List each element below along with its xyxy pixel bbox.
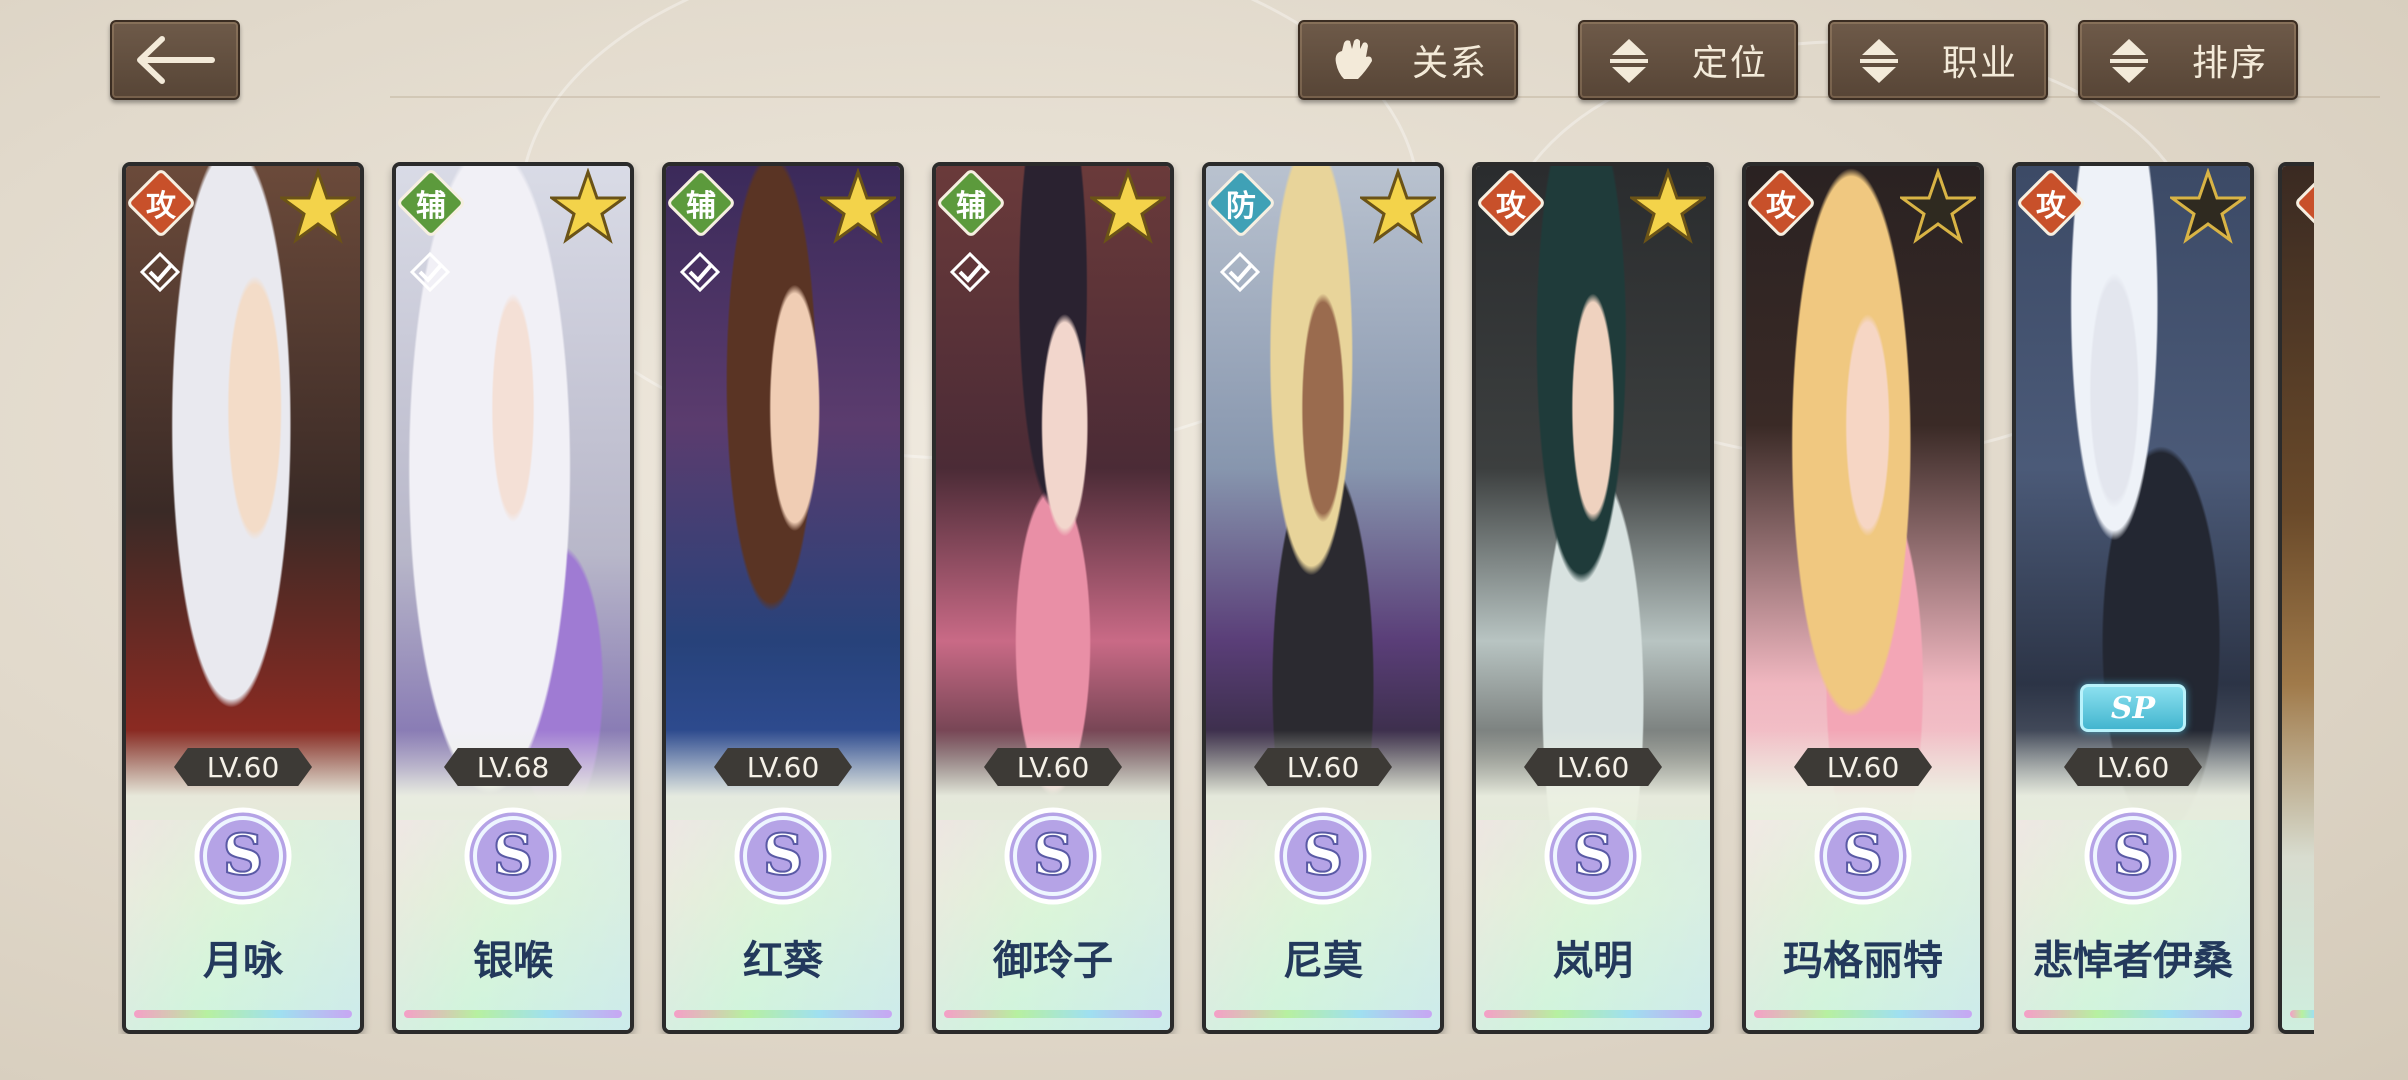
- star-icon: [1090, 168, 1166, 244]
- filter-label: 定位: [1691, 43, 1768, 84]
- checkmark-icon: [1219, 251, 1261, 293]
- rarity-bar: [1484, 1010, 1702, 1018]
- rarity-bar: [404, 1010, 622, 1018]
- character-card-ethan[interactable]: 攻 SP LV.60 S 悲悼者伊桑: [2012, 162, 2254, 1034]
- level-label: LV.60: [174, 748, 312, 786]
- checkmark-icon: [949, 251, 991, 293]
- svg-text:S: S: [493, 822, 533, 888]
- rarity-bar: [1754, 1010, 1972, 1018]
- character-card-yulingzi[interactable]: 辅 LV.60 S 御玲子: [932, 162, 1174, 1034]
- character-card-nimo[interactable]: 防 LV.60 S 尼莫: [1202, 162, 1444, 1034]
- star-icon: [1360, 168, 1436, 244]
- class-filter-button[interactable]: 职业: [1828, 20, 2048, 100]
- relation-filter-button[interactable]: 关系: [1298, 20, 1518, 100]
- back-arrow-icon: [137, 36, 215, 84]
- character-name: 红葵: [743, 937, 823, 984]
- rank-s-icon: S: [1544, 807, 1642, 905]
- svg-text:S: S: [1843, 822, 1883, 888]
- star-icon: [1900, 168, 1976, 244]
- back-button[interactable]: [110, 20, 240, 100]
- sort-button[interactable]: 排序: [2078, 20, 2298, 100]
- rank-s-icon: S: [2084, 807, 2182, 905]
- filter-label: 职业: [1941, 43, 2018, 84]
- character-name: 悲悼者伊桑: [2033, 937, 2233, 984]
- star-icon: [550, 168, 626, 244]
- character-name: 尼莫: [1283, 937, 1363, 984]
- level-label: LV.60: [1524, 748, 1662, 786]
- rarity-bar: [2024, 1010, 2242, 1018]
- character-name: 岚明: [1553, 937, 1633, 984]
- filter-label: 排序: [2191, 43, 2268, 84]
- rank-s-icon: S: [464, 807, 562, 905]
- checkmark-icon: [679, 251, 721, 293]
- rank-s-icon: S: [734, 807, 832, 905]
- character-card-yueyong[interactable]: 攻 LV.60 S 月咏: [122, 162, 364, 1034]
- character-name: 月咏: [203, 937, 283, 984]
- level-label: LV.60: [714, 748, 852, 786]
- svg-text:S: S: [1033, 822, 1073, 888]
- character-card-partial[interactable]: [2278, 162, 2314, 1034]
- character-card-margaret[interactable]: 攻 LV.60 S 玛格丽特: [1742, 162, 1984, 1034]
- rarity-bar: [944, 1010, 1162, 1018]
- hand-icon: [1335, 39, 1372, 79]
- svg-text:S: S: [1573, 822, 1613, 888]
- character-card-hongkui[interactable]: 辅 LV.60 S 红葵: [662, 162, 904, 1034]
- character-name: 玛格丽特: [1783, 937, 1943, 984]
- rank-s-icon: S: [1274, 807, 1372, 905]
- position-filter-button[interactable]: 定位: [1578, 20, 1798, 100]
- rank-s-icon: S: [1004, 807, 1102, 905]
- rarity-bar: [1214, 1010, 1432, 1018]
- svg-text:S: S: [763, 822, 803, 888]
- svg-text:S: S: [2113, 822, 2153, 888]
- rank-s-icon: S: [1814, 807, 1912, 905]
- svg-text:S: S: [1303, 822, 1343, 888]
- rarity-bar: [674, 1010, 892, 1018]
- star-icon: [2170, 168, 2246, 244]
- star-icon: [280, 168, 356, 244]
- character-card-yinhou[interactable]: 辅 LV.68 S 银喉: [392, 162, 634, 1034]
- sp-badge: SP: [2080, 684, 2186, 732]
- sort-arrows-icon: [1610, 39, 1648, 83]
- level-label: LV.60: [984, 748, 1122, 786]
- level-label: LV.60: [2064, 748, 2202, 786]
- star-icon: [1630, 168, 1706, 244]
- sort-arrows-icon: [1860, 39, 1898, 83]
- level-label: LV.68: [444, 748, 582, 786]
- character-card-lanming[interactable]: 攻 LV.60 S 岚明: [1472, 162, 1714, 1034]
- rarity-bar: [2290, 1010, 2314, 1018]
- character-portrait: [2282, 166, 2314, 1030]
- level-label: LV.60: [1254, 748, 1392, 786]
- checkmark-icon: [139, 251, 181, 293]
- svg-text:S: S: [223, 822, 263, 888]
- rank-s-icon: S: [194, 807, 292, 905]
- character-name: 银喉: [473, 937, 553, 984]
- filter-label: 关系: [1411, 43, 1488, 84]
- level-label: LV.60: [1794, 748, 1932, 786]
- star-icon: [820, 168, 896, 244]
- character-name: 御玲子: [993, 937, 1113, 984]
- character-list[interactable]: 攻 LV.60 S 月咏 辅 LV.68 S 银喉 辅 LV.60 S 红葵 辅…: [118, 162, 2314, 1034]
- sort-arrows-icon: [2110, 39, 2148, 83]
- rarity-bar: [134, 1010, 352, 1018]
- checkmark-icon: [409, 251, 451, 293]
